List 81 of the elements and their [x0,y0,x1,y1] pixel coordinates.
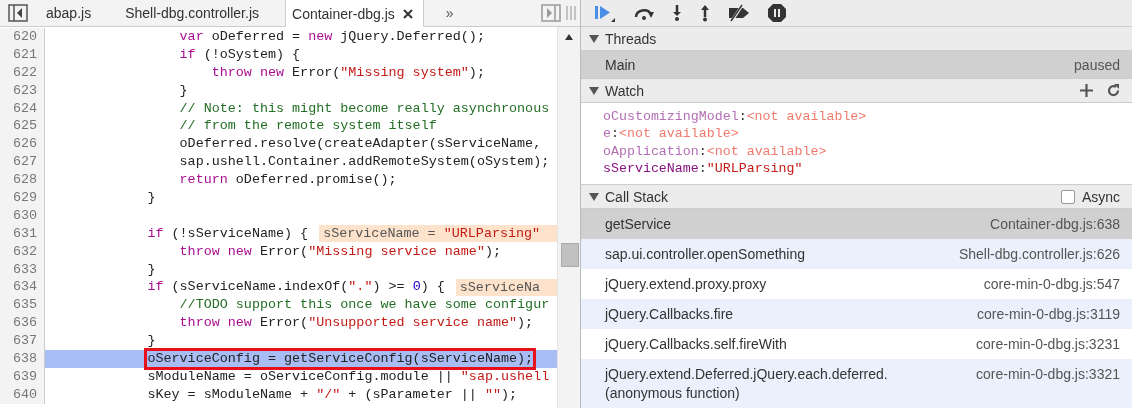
code-line: } [179,82,188,99]
section-header[interactable]: Call Stack Async [581,185,1132,209]
source-location[interactable]: core-min-0-dbg.js:3119 [977,305,1120,324]
code-line: throw new Error("Unsupported service name"); [179,315,534,332]
watch-expression: sServiceName:"URLParsing" [603,159,804,178]
navigator-toggle-icon[interactable] [8,4,28,22]
code-line: // from the remote system itself [179,118,437,135]
code-line: sap.ushell.Container.addRemoteSystem(oSystem); [179,154,550,171]
watch-expression: e:<not available> [603,125,740,143]
code-line: throw new Error("Missing system"); [211,64,485,81]
code-line: oServiceConfig = getServiceConfig(sServiceName); [147,350,534,367]
call-frame[interactable]: getService Container-dbg.js:638 [581,209,1132,239]
line-number: 638 [0,350,45,368]
function-name: getService [605,215,672,234]
code-line: sKey = sModuleName + "/" + (sParameter || ""); [147,386,518,403]
close-icon[interactable] [402,8,413,19]
function-name: jQuery.extend.proxy.proxy [605,275,767,294]
thread-status: paused [1074,56,1120,73]
refresh-icon[interactable] [1107,84,1120,97]
file-tab[interactable]: Container-dbg.js [285,0,424,27]
line-number: 629 [0,189,45,207]
code-line: oDeferred.resolve(createAdapter(sServiceName, [179,136,542,153]
scroll-up-icon[interactable] [565,34,573,40]
line-number: 620 [0,28,45,46]
pause-on-exceptions-icon[interactable] [767,3,787,23]
code-line: sModuleName = oServiceConfig.module || "sap.ushell [147,368,550,385]
inline-value: sServiceName = "URLParsing" [319,225,557,243]
expand-triangle-icon [589,192,599,201]
code-line: // Note: this might become really asynchronous [179,100,550,117]
source-location[interactable]: core-min-0-dbg.js:3321 [976,365,1120,384]
line-number: 628 [0,171,45,189]
function-name: jQuery.Callbacks.fire [605,305,734,324]
code-line: } [147,333,156,350]
function-name: jQuery.Callbacks.self.fireWith [605,335,787,354]
file-tab[interactable]: abap.js [38,0,104,26]
step-out-icon[interactable] [699,4,711,22]
line-number: 625 [0,117,45,136]
source-location[interactable]: core-min-0-dbg.js:547 [983,275,1120,294]
code-line: throw new Error("Missing service name"); [179,243,501,260]
inline-value: sServiceNa [455,278,557,296]
code-line: if (sServiceName.indexOf(".") >= 0) { [147,279,445,296]
thread-row[interactable]: Main paused [581,51,1132,79]
code-line: return oDeferred.promise(); [179,172,397,189]
line-number: 626 [0,135,45,154]
expand-triangle-icon [589,34,599,43]
source-location[interactable]: core-min-0-dbg.js:3231 [976,335,1120,354]
call-frame[interactable]: jQuery.extend.Deferred.jQuery.each.deferred. (anonymous function) core-min-0-dbg.js:3321 [581,359,1132,408]
watch-expression: oCustomizingModel:<not available> [603,108,868,126]
code-line: var oDeferred = new jQuery.Deferred(); [179,28,485,45]
add-icon[interactable] [1080,84,1093,97]
line-number: 637 [0,332,45,351]
expand-triangle-icon [589,86,599,95]
resume-icon[interactable] [593,3,617,23]
scrollbar-thumb[interactable] [561,243,579,267]
code-line: } [147,189,156,206]
async-label: Async [1081,188,1120,205]
code-line: if (!oSystem) { [179,46,301,63]
line-number: 634 [0,278,45,297]
watch-expression: oApplication:<not available> [603,142,828,160]
line-number: 635 [0,296,45,315]
deactivate-breakpoints-icon[interactable] [727,4,751,22]
section-header[interactable]: Watch [581,79,1132,103]
call-frame[interactable]: jQuery.Callbacks.fire core-min-0-dbg.js:3119 [581,299,1132,329]
step-into-icon[interactable] [671,4,683,22]
code-line: //TODO support this once we have some configur [179,297,550,314]
code-line: if (!sServiceName) { [147,225,309,242]
function-name: jQuery.extend.Deferred.jQuery.each.deferred. (anonymous function) [605,365,888,403]
section-header[interactable]: Threads [581,27,1132,51]
panel-toggle-icon[interactable] [541,4,561,22]
code-line: } [147,261,156,278]
function-name: sap.ui.controller.openSomething [605,245,806,264]
async-checkbox[interactable] [1060,189,1075,204]
line-number: 636 [0,314,45,333]
source-location[interactable]: Container-dbg.js:638 [990,215,1120,234]
call-frame[interactable]: sap.ui.controller.openSomething Shell-dbg.controller.js:626 [581,239,1132,269]
file-tab[interactable]: Shell-dbg.controller.js [117,0,271,26]
source-location[interactable]: Shell-dbg.controller.js:626 [958,245,1120,264]
thread-name: Main [605,56,636,73]
more-tabs-button[interactable]: » [437,5,462,21]
line-number: 627 [0,153,45,172]
drag-handle-icon[interactable] [566,5,576,21]
